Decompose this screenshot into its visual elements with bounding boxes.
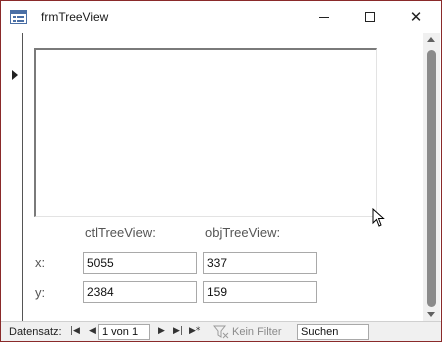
- new-record-button[interactable]: ▶*: [189, 326, 200, 337]
- maximize-button[interactable]: [347, 1, 393, 33]
- y-label: y:: [35, 285, 46, 300]
- scroll-up-icon[interactable]: [427, 37, 435, 42]
- close-icon: ✕: [409, 7, 423, 26]
- tree-view-control[interactable]: [34, 48, 377, 217]
- form-window: frmTreeView ✕ ctlTreeView: objTreeView: …: [0, 0, 442, 342]
- filter-icon: [213, 325, 229, 339]
- last-record-button[interactable]: ▶|: [173, 326, 183, 337]
- search-input[interactable]: Suchen: [297, 324, 369, 340]
- first-record-button[interactable]: |◀: [70, 326, 80, 337]
- obj-y-field[interactable]: 159: [203, 281, 317, 303]
- title-bar[interactable]: frmTreeView ✕: [1, 1, 441, 33]
- close-button[interactable]: ✕: [393, 1, 439, 33]
- x-label: x:: [35, 255, 46, 270]
- next-record-button[interactable]: ▶: [158, 326, 165, 337]
- maximize-icon: [365, 12, 375, 22]
- ctl-treeview-label: ctlTreeView:: [85, 225, 156, 240]
- ctl-x-field[interactable]: 5055: [83, 252, 197, 274]
- vertical-scrollbar[interactable]: [423, 33, 440, 321]
- current-record-arrow-icon: [12, 70, 18, 80]
- record-selector[interactable]: [1, 33, 23, 321]
- window-title: frmTreeView: [41, 10, 109, 24]
- minimize-button[interactable]: [301, 1, 347, 33]
- obj-x-field[interactable]: 337: [203, 252, 317, 274]
- record-label: Datensatz:: [9, 326, 62, 338]
- ctl-y-field[interactable]: 2384: [83, 281, 197, 303]
- record-navigation-bar: Datensatz: |◀ ◀ 1 von 1 ▶ ▶| ▶* Kein Fil…: [1, 321, 441, 341]
- scroll-thumb[interactable]: [427, 50, 436, 307]
- obj-treeview-label: objTreeView:: [205, 225, 281, 240]
- previous-record-button[interactable]: ◀: [89, 326, 96, 337]
- form-icon: [10, 10, 27, 24]
- minimize-icon: [319, 16, 329, 18]
- record-position-field[interactable]: 1 von 1: [98, 324, 150, 340]
- mouse-cursor-icon: [372, 208, 385, 227]
- filter-toggle[interactable]: Kein Filter: [232, 326, 282, 338]
- scroll-down-icon[interactable]: [427, 312, 435, 317]
